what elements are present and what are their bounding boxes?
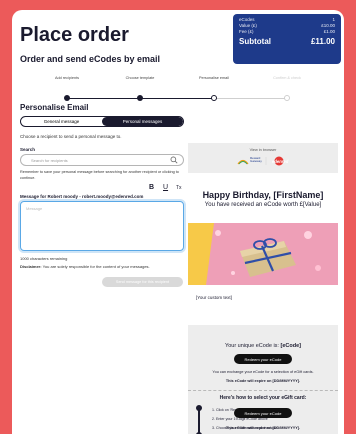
step-label-personalise: Personalise email xyxy=(199,76,229,80)
page-title: Place order xyxy=(20,24,129,46)
expire-text: This eCode will expire on [DD/MM/YYYY]. xyxy=(225,379,301,383)
recipient-search-input[interactable]: Search for recipients xyxy=(20,154,184,166)
divider xyxy=(188,390,338,391)
step-dot-recipients[interactable] xyxy=(64,95,70,101)
ecode-token: [eCode] xyxy=(280,343,301,349)
disclaimer-label: Disclaimer: xyxy=(20,264,42,269)
summary-value: £1.00 xyxy=(323,29,335,34)
section-title: Personalise Email xyxy=(20,103,89,112)
ecode-title: Your unique eCode is: [eCode] xyxy=(188,343,338,349)
subtotal-value: £11.00 xyxy=(310,37,335,46)
underline-button[interactable]: U xyxy=(163,184,168,191)
step-dot-confirm xyxy=(284,95,290,101)
step-dot-personalise[interactable] xyxy=(211,95,217,101)
email-received-text: You have received an eCode worth £[Value… xyxy=(204,202,322,208)
order-summary: eCodes 1 Value (£) £10.00 Fee (£) £1.00 … xyxy=(233,14,341,64)
search-icon[interactable] xyxy=(170,156,178,164)
chars-remaining: 1000 characters remaining xyxy=(20,256,68,261)
step-label-confirm: Confirm & check xyxy=(273,76,301,80)
logo-text: Reward Gateway xyxy=(250,156,262,164)
disclaimer: Disclaimer: You are solely responsible f… xyxy=(20,264,150,269)
send-message-button[interactable]: Send message for this recipient xyxy=(102,277,183,287)
view-in-browser-link[interactable]: View in browser xyxy=(188,148,338,152)
message-placeholder: Message xyxy=(26,206,43,211)
stepper-labels: Add recipients Choose template Personali… xyxy=(12,76,344,84)
tab-general-message[interactable]: General message xyxy=(21,117,102,126)
summary-subtotal: Subtotal £11.00 xyxy=(239,37,335,46)
custom-text: [Your custom text] xyxy=(196,295,232,300)
search-placeholder: Search for recipients xyxy=(31,158,68,163)
remember-text: Remember to save your personal message b… xyxy=(20,170,179,180)
disclaimer-text: You are solely responsible for the conte… xyxy=(42,264,150,269)
order-card: Place order Order and send eCodes by ema… xyxy=(12,10,344,434)
ecode-title-prefix: Your unique eCode is: xyxy=(225,343,281,349)
clear-format-button[interactable]: Tx xyxy=(176,185,182,191)
expire-text-2: This eCode will expire on [DD/MM/YYYY]. xyxy=(225,426,301,430)
brand-text: edenred xyxy=(272,159,289,164)
email-preview: View in browser Reward Gateway edenred H… xyxy=(188,143,338,434)
choose-recipient-text: Choose a recipient to send a personal me… xyxy=(20,134,122,139)
exchange-text: You can exchange your eCode for a select… xyxy=(212,370,314,374)
howto-title: Here's how to select your eGift card: xyxy=(219,395,307,401)
stepper-remaining-line xyxy=(214,98,287,99)
gift-image xyxy=(188,223,338,285)
summary-row-fee: Fee (£) £1.00 xyxy=(239,29,335,35)
redeem-ecode-button-2[interactable]: Redeem your eCode xyxy=(234,408,292,418)
gift-illustration xyxy=(188,223,338,285)
step-dot-template[interactable] xyxy=(137,95,143,101)
email-body: Happy Birthday, [FirstName] You have rec… xyxy=(188,173,338,325)
message-type-toggle: General message Personal messages xyxy=(20,116,184,127)
subtotal-label: Subtotal xyxy=(239,37,271,46)
tab-personal-messages[interactable]: Personal messages xyxy=(102,117,183,126)
bold-button[interactable]: B xyxy=(149,184,154,191)
timeline-dot xyxy=(196,405,202,411)
message-textarea[interactable]: Message xyxy=(20,201,184,251)
step-label-recipients: Add recipients xyxy=(54,76,80,80)
summary-label: Fee (£) xyxy=(239,29,254,34)
message-label: Message for Robert moody - robert.moody@… xyxy=(20,194,144,199)
step-label-template: Choose template xyxy=(125,76,155,80)
search-label: Search xyxy=(20,147,36,152)
redeem-ecode-button[interactable]: Redeem your eCode xyxy=(234,354,292,364)
page-subtitle: Order and send eCodes by email xyxy=(20,54,161,64)
email-heading: Happy Birthday, [FirstName] xyxy=(202,190,324,200)
